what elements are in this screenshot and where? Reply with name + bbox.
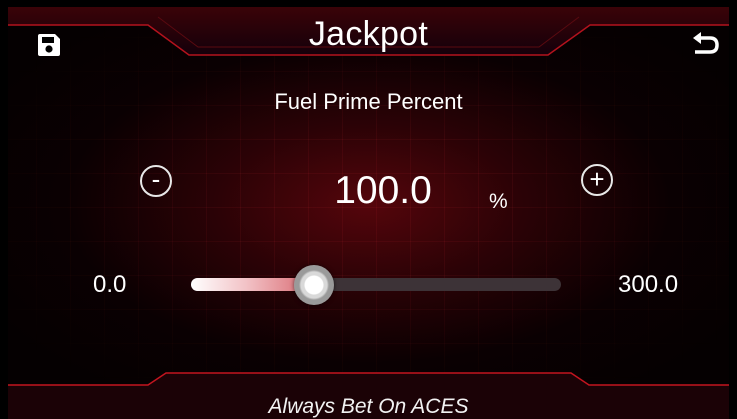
unit-label: %: [489, 190, 508, 213]
page-title: Jackpot: [308, 15, 429, 53]
slider-track[interactable]: [191, 278, 561, 291]
floppy-disk-icon: [38, 34, 60, 56]
parameter-value: 100.0: [334, 169, 432, 212]
slider-thumb[interactable]: [294, 265, 335, 305]
back-button[interactable]: [688, 28, 722, 62]
slider-min-label: 0.0: [93, 271, 127, 298]
parameter-label: Fuel Prime Percent: [274, 89, 463, 114]
screen: Jackpot Fuel Prime Percent - 100.0 % + 0…: [8, 7, 729, 419]
minus-icon: -: [151, 164, 161, 194]
increment-button[interactable]: +: [581, 164, 613, 196]
save-button[interactable]: [32, 28, 66, 62]
undo-arrow-icon: [693, 32, 719, 54]
header-footer-frame: [8, 7, 729, 419]
plus-icon: +: [589, 163, 605, 194]
slider-max-label: 300.0: [618, 271, 679, 298]
footer-tagline: Always Bet On ACES: [268, 395, 469, 418]
decrement-button[interactable]: -: [140, 165, 172, 197]
